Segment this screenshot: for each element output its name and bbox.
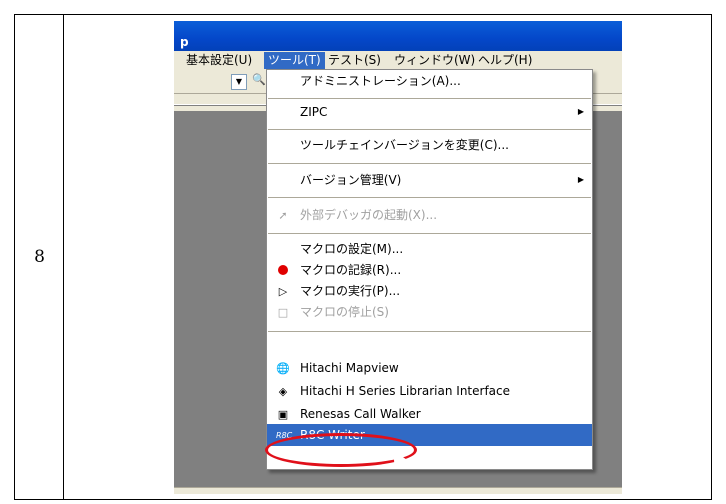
menu-tools[interactable]: ツール(T)	[264, 52, 325, 69]
stop-icon: □	[277, 306, 289, 319]
record-icon	[278, 265, 288, 275]
menu-item-external-debugger[interactable]: ➚ 外部デバッガの起動(X)...	[267, 204, 592, 226]
play-icon: ▷	[278, 285, 288, 298]
step-number: 8	[34, 247, 45, 267]
menu-item-macro-run[interactable]: ▷ マクロの実行(P)...	[267, 280, 592, 302]
separator	[268, 98, 591, 99]
step-number-cell: 8	[14, 14, 64, 500]
title-bar: p	[174, 21, 622, 51]
separator	[268, 197, 591, 198]
menu-item-hitachi-librarian[interactable]: ◈ Hitachi H Series Librarian Interface	[267, 380, 592, 402]
separator	[268, 129, 591, 130]
find-icon[interactable]: 🔍	[252, 73, 266, 86]
menu-item-call-walker[interactable]: ▣ Renesas Call Walker	[267, 403, 592, 425]
debugger-icon: ➚	[278, 209, 288, 222]
call-walker-icon: ▣	[277, 408, 289, 421]
app-screenshot: p 基本設定(U) ツール(T) テスト(S) ウィンドウ(W) ヘルプ(H) …	[174, 21, 622, 494]
window-title: p	[180, 35, 189, 49]
dropdown-arrow-icon[interactable]: ▼	[231, 74, 247, 90]
librarian-icon: ◈	[278, 385, 288, 398]
menu-item-toolchain[interactable]: ツールチェインバージョンを変更(C)...	[267, 134, 592, 156]
menu-item-zipc[interactable]: ZIPC ▶	[267, 101, 592, 123]
tools-dropdown-menu: アドミニストレーション(A)... ZIPC ▶ ツールチェインバージョンを変更…	[266, 69, 593, 470]
menu-item-version-control[interactable]: バージョン管理(V) ▶	[267, 169, 592, 191]
separator	[268, 331, 591, 332]
menu-window[interactable]: ウィンドウ(W)	[390, 52, 479, 69]
menu-help[interactable]: ヘルプ(H)	[474, 52, 536, 69]
menu-test[interactable]: テスト(S)	[324, 52, 385, 69]
menu-item-macro-record[interactable]: マクロの記録(R)...	[267, 259, 592, 281]
menu-item-administration[interactable]: アドミニストレーション(A)...	[267, 70, 592, 92]
menu-basic-settings[interactable]: 基本設定(U)	[182, 52, 256, 69]
menu-item-macro-settings[interactable]: マクロの設定(M)...	[267, 238, 592, 260]
submenu-arrow-icon: ▶	[577, 107, 584, 116]
separator	[268, 163, 591, 164]
status-strip	[174, 487, 622, 494]
globe-icon: 🌐	[276, 362, 290, 375]
separator	[268, 233, 591, 234]
submenu-arrow-icon: ▶	[577, 175, 584, 184]
menu-item-hitachi-mapview[interactable]: 🌐 Hitachi Mapview	[267, 357, 592, 379]
menu-bar: 基本設定(U) ツール(T) テスト(S) ウィンドウ(W) ヘルプ(H)	[174, 51, 622, 70]
menu-item-macro-stop[interactable]: □ マクロの停止(S)	[267, 301, 592, 323]
